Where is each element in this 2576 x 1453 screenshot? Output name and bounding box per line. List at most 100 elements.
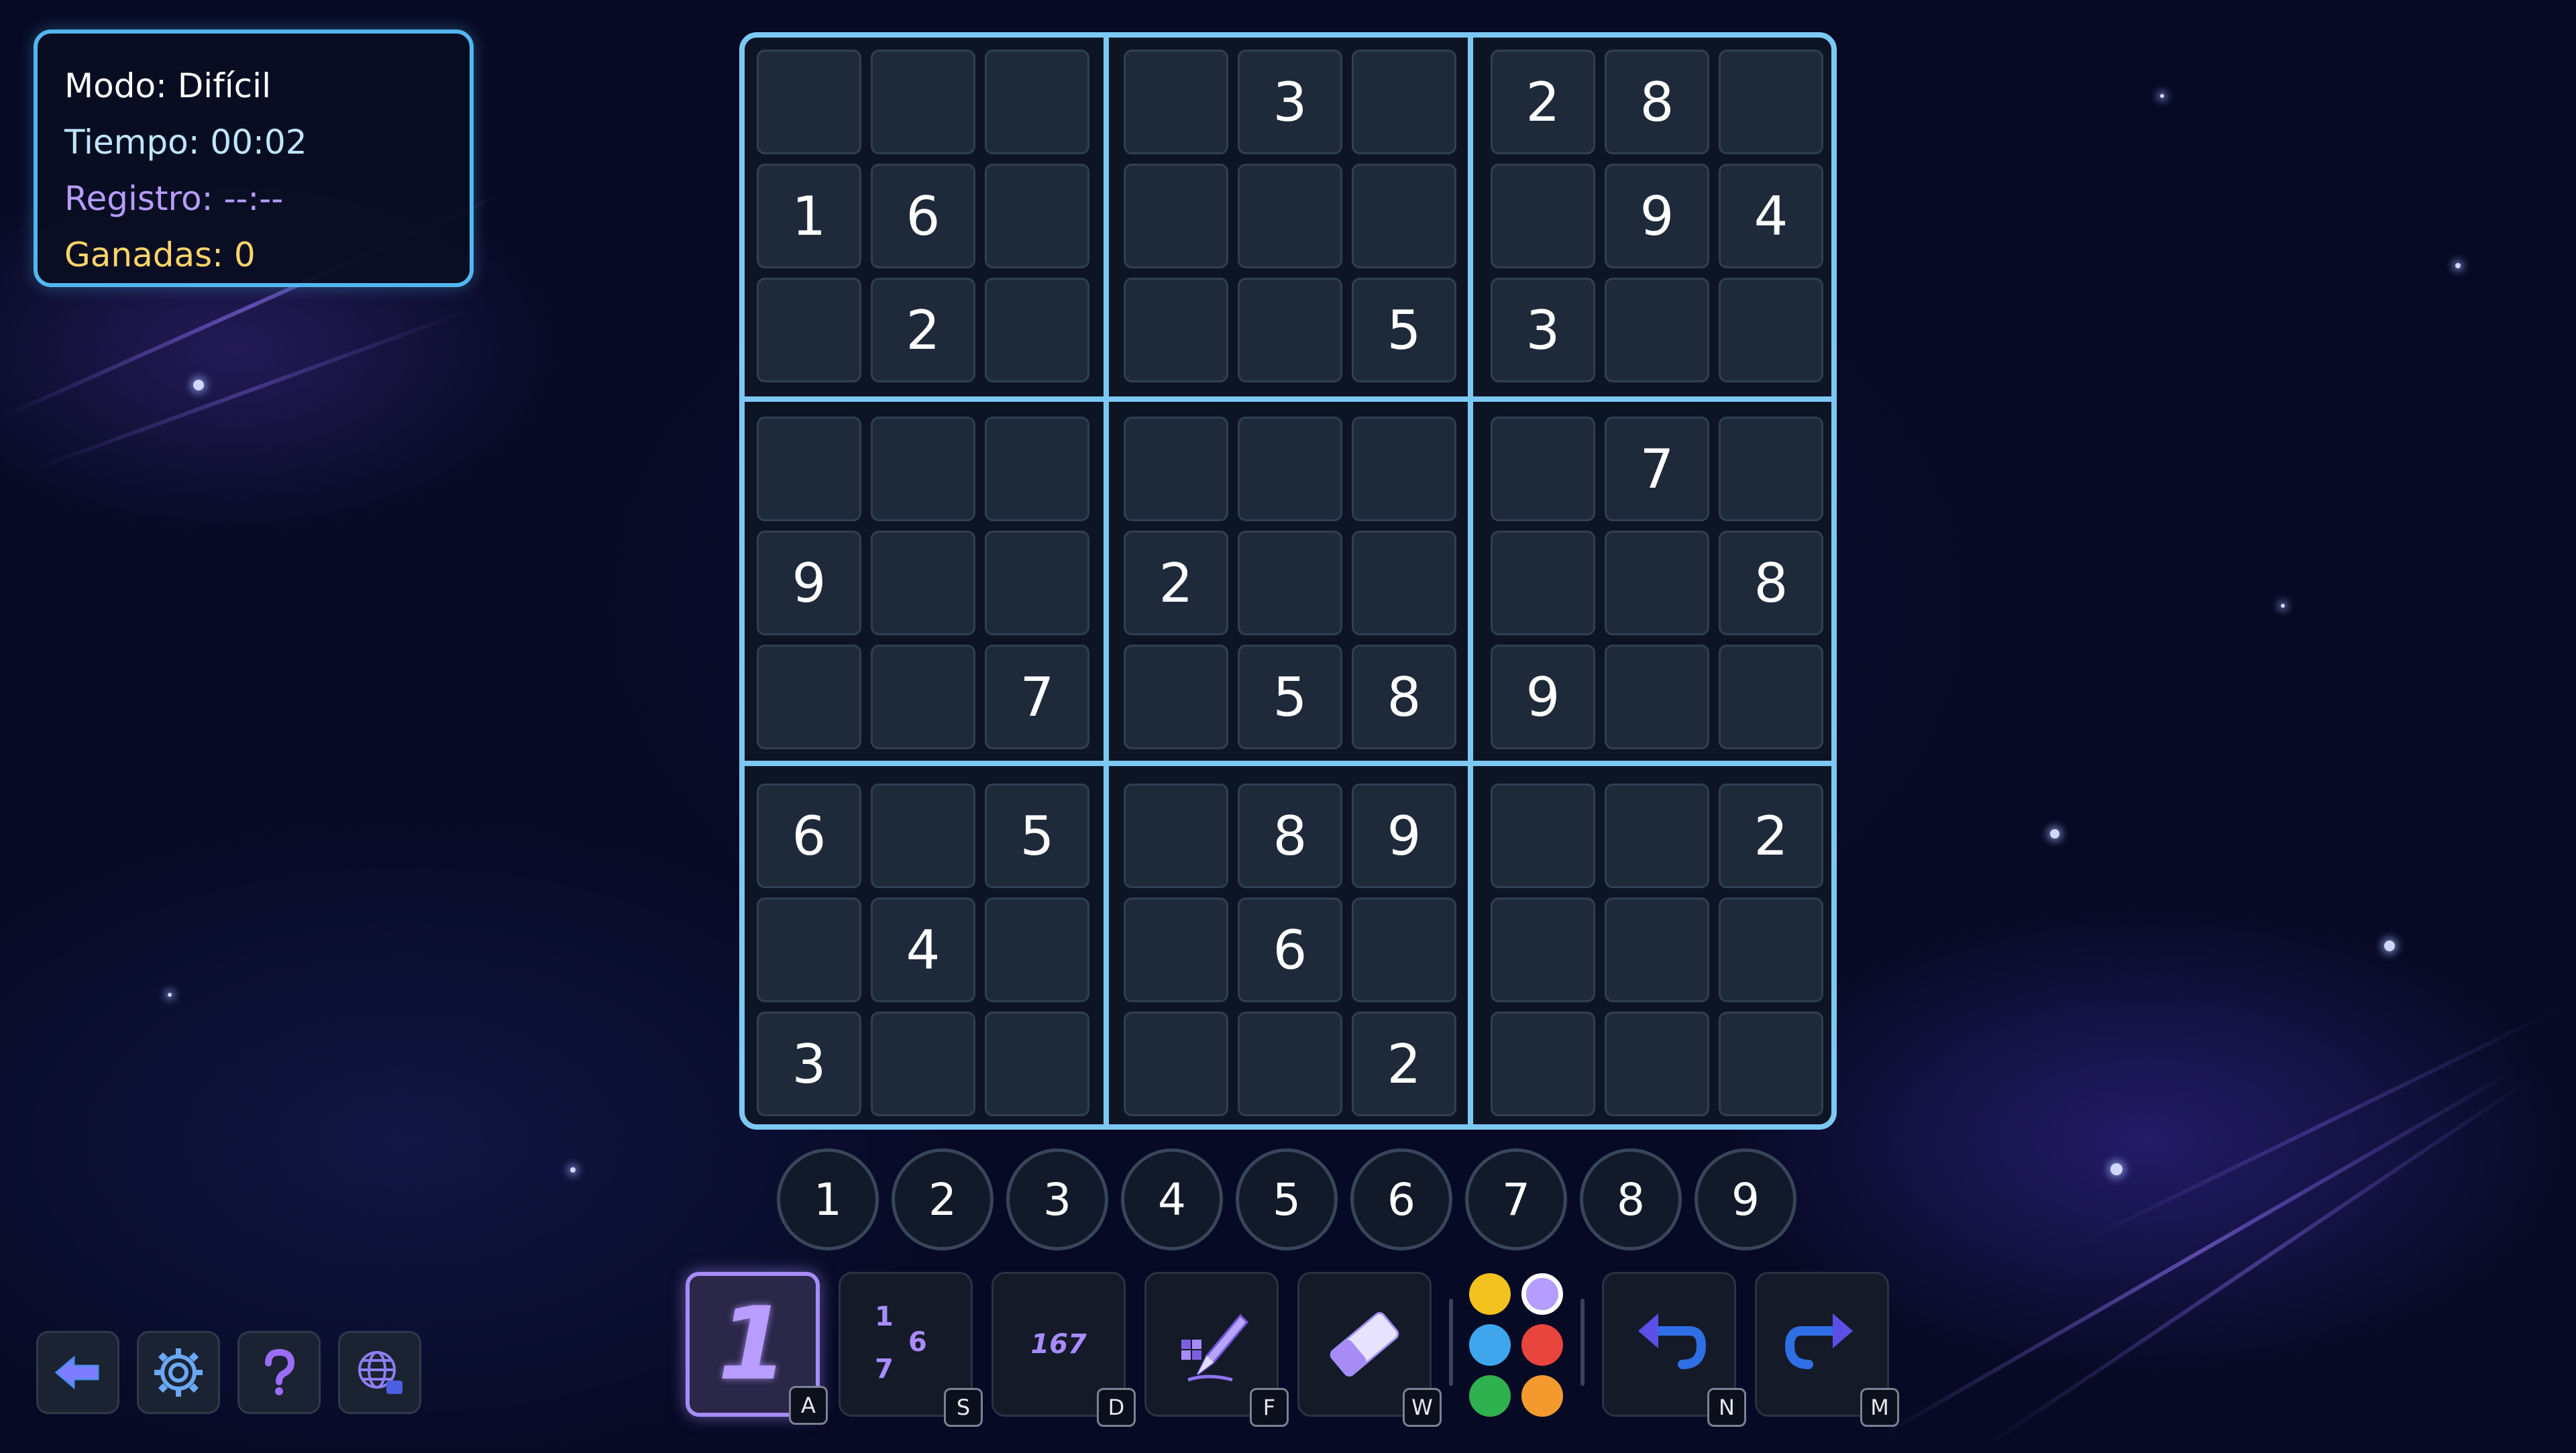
back-button[interactable] — [36, 1331, 119, 1414]
sudoku-cell[interactable]: 8 — [1605, 50, 1709, 154]
sudoku-cell[interactable] — [1124, 784, 1228, 888]
sudoku-cell[interactable] — [1124, 1012, 1228, 1116]
sudoku-cell[interactable]: 7 — [1605, 417, 1709, 521]
sudoku-cell[interactable] — [871, 50, 975, 154]
sudoku-cell[interactable] — [871, 531, 975, 635]
sudoku-cell[interactable]: 2 — [1719, 784, 1823, 888]
multi-digit-mode-button[interactable]: 167 D — [991, 1272, 1136, 1427]
sudoku-cell[interactable] — [871, 784, 975, 888]
sudoku-cell[interactable] — [871, 1012, 975, 1116]
sudoku-cell[interactable] — [1124, 417, 1228, 521]
sudoku-cell[interactable] — [757, 898, 861, 1002]
eraser-button[interactable]: W — [1297, 1272, 1442, 1427]
sudoku-cell[interactable] — [1352, 164, 1456, 268]
sudoku-cell[interactable] — [985, 417, 1089, 521]
sudoku-cell[interactable]: 8 — [1238, 784, 1342, 888]
sudoku-cell[interactable]: 2 — [1352, 1012, 1456, 1116]
candidates-mode-button[interactable]: 1 6 7 S — [839, 1272, 983, 1427]
sudoku-cell[interactable] — [1352, 417, 1456, 521]
sudoku-cell[interactable]: 2 — [1124, 531, 1228, 635]
sudoku-cell[interactable] — [1124, 645, 1228, 749]
sudoku-cell[interactable] — [1124, 278, 1228, 382]
sudoku-cell[interactable] — [985, 50, 1089, 154]
sudoku-cell[interactable] — [1491, 417, 1595, 521]
language-button[interactable] — [338, 1331, 421, 1414]
sudoku-cell[interactable]: 1 — [757, 164, 861, 268]
number-button[interactable]: 5 — [1236, 1148, 1338, 1250]
sudoku-cell[interactable] — [985, 164, 1089, 268]
sudoku-cell[interactable] — [1238, 531, 1342, 635]
number-button[interactable]: 4 — [1121, 1148, 1223, 1250]
sudoku-cell[interactable] — [1719, 898, 1823, 1002]
help-button[interactable] — [237, 1331, 321, 1414]
sudoku-cell[interactable] — [757, 645, 861, 749]
sudoku-cell[interactable] — [985, 278, 1089, 382]
color-swatch[interactable] — [1521, 1375, 1563, 1417]
sudoku-cell[interactable]: 9 — [757, 531, 861, 635]
sudoku-cell[interactable] — [1491, 164, 1595, 268]
sudoku-cell[interactable] — [1719, 417, 1823, 521]
sudoku-cell[interactable]: 2 — [1491, 50, 1595, 154]
sudoku-cell[interactable] — [1491, 784, 1595, 888]
sudoku-cell[interactable] — [1605, 645, 1709, 749]
sudoku-cell[interactable] — [1352, 531, 1456, 635]
sudoku-cell[interactable] — [1238, 1012, 1342, 1116]
sudoku-cell[interactable]: 5 — [985, 784, 1089, 888]
sudoku-cell[interactable] — [1238, 278, 1342, 382]
sudoku-cell[interactable]: 7 — [985, 645, 1089, 749]
settings-button[interactable] — [137, 1331, 220, 1414]
sudoku-cell[interactable]: 6 — [757, 784, 861, 888]
sudoku-cell[interactable] — [1605, 898, 1709, 1002]
undo-button[interactable]: N — [1602, 1272, 1746, 1427]
sudoku-cell[interactable]: 3 — [1238, 50, 1342, 154]
color-swatch[interactable] — [1469, 1273, 1511, 1315]
sudoku-cell[interactable] — [1605, 531, 1709, 635]
number-button[interactable]: 1 — [777, 1148, 879, 1250]
number-button[interactable]: 9 — [1695, 1148, 1796, 1250]
sudoku-cell[interactable]: 5 — [1238, 645, 1342, 749]
sudoku-cell[interactable] — [1491, 1012, 1595, 1116]
sudoku-cell[interactable] — [1491, 898, 1595, 1002]
color-swatch[interactable] — [1521, 1273, 1563, 1315]
sudoku-cell[interactable] — [1124, 50, 1228, 154]
sudoku-cell[interactable] — [985, 898, 1089, 1002]
sudoku-cell[interactable] — [1238, 164, 1342, 268]
sudoku-cell[interactable] — [1124, 164, 1228, 268]
number-button[interactable]: 6 — [1350, 1148, 1452, 1250]
sudoku-cell[interactable]: 3 — [1491, 278, 1595, 382]
sudoku-cell[interactable] — [1352, 50, 1456, 154]
pen-mode-button[interactable]: F — [1144, 1272, 1289, 1427]
sudoku-cell[interactable] — [871, 645, 975, 749]
sudoku-cell[interactable]: 8 — [1719, 531, 1823, 635]
sudoku-cell[interactable] — [1124, 898, 1228, 1002]
sudoku-cell[interactable]: 8 — [1352, 645, 1456, 749]
sudoku-cell[interactable]: 3 — [757, 1012, 861, 1116]
single-digit-mode-button[interactable]: 1 A — [686, 1272, 828, 1425]
sudoku-cell[interactable]: 9 — [1491, 645, 1595, 749]
sudoku-cell[interactable] — [1605, 278, 1709, 382]
sudoku-cell[interactable] — [985, 1012, 1089, 1116]
sudoku-cell[interactable] — [1491, 531, 1595, 635]
number-button[interactable]: 2 — [892, 1148, 994, 1250]
sudoku-cell[interactable] — [1605, 784, 1709, 888]
sudoku-cell[interactable] — [757, 50, 861, 154]
sudoku-cell[interactable]: 5 — [1352, 278, 1456, 382]
sudoku-cell[interactable] — [1719, 278, 1823, 382]
sudoku-cell[interactable]: 9 — [1352, 784, 1456, 888]
color-swatch[interactable] — [1469, 1324, 1511, 1366]
color-swatch[interactable] — [1521, 1324, 1563, 1366]
sudoku-cell[interactable] — [1605, 1012, 1709, 1116]
sudoku-cell[interactable] — [985, 531, 1089, 635]
sudoku-cell[interactable]: 6 — [1238, 898, 1342, 1002]
sudoku-cell[interactable]: 4 — [1719, 164, 1823, 268]
redo-button[interactable]: M — [1755, 1272, 1899, 1427]
sudoku-cell[interactable] — [757, 278, 861, 382]
sudoku-cell[interactable] — [871, 417, 975, 521]
color-swatch[interactable] — [1469, 1375, 1511, 1417]
sudoku-cell[interactable]: 6 — [871, 164, 975, 268]
sudoku-cell[interactable] — [1238, 417, 1342, 521]
number-button[interactable]: 3 — [1006, 1148, 1108, 1250]
sudoku-cell[interactable]: 9 — [1605, 164, 1709, 268]
sudoku-cell[interactable] — [1719, 1012, 1823, 1116]
number-button[interactable]: 8 — [1580, 1148, 1682, 1250]
